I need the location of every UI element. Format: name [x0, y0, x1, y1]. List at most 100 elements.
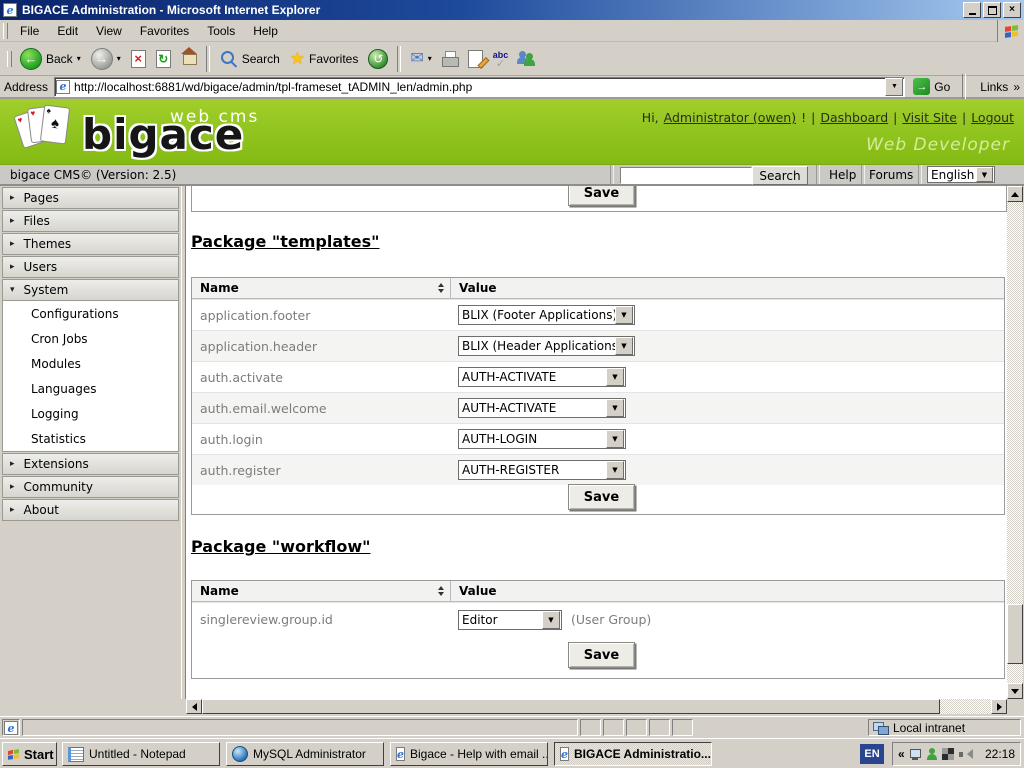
menu-tools[interactable]: Tools [198, 21, 244, 41]
cms-search-input[interactable] [620, 167, 752, 184]
visit-site-link[interactable]: Visit Site [902, 110, 957, 125]
sort-icon[interactable] [438, 283, 444, 293]
sidebar-item-about[interactable]: ▸ About [2, 499, 179, 521]
save-button[interactable]: Save [568, 484, 635, 510]
workflow-table: Name Value singlereview.group.id Editor … [191, 580, 1005, 679]
sidebar-item-users[interactable]: ▸ Users [2, 256, 179, 278]
table-header: Name Value [192, 581, 1004, 602]
home-button[interactable] [176, 44, 202, 74]
sidebar-item-themes[interactable]: ▸ Themes [2, 233, 179, 255]
select-application-header[interactable]: BLIX (Header Applications) ▼ [458, 336, 635, 356]
sidebar-item-modules[interactable]: Modules [3, 351, 178, 376]
ie-logo-icon: e [3, 3, 17, 17]
messenger-tray-icon[interactable] [926, 747, 937, 761]
messenger-button[interactable] [513, 44, 541, 74]
dashboard-link[interactable]: Dashboard [820, 110, 888, 125]
toolbar-separator [205, 45, 210, 72]
language-indicator[interactable]: EN [860, 744, 884, 764]
history-button[interactable]: ↺ [363, 44, 393, 74]
help-link[interactable]: Help [829, 168, 856, 182]
menu-view[interactable]: View [87, 21, 131, 41]
search-button[interactable]: Search [214, 44, 285, 74]
sidebar-item-pages[interactable]: ▸ Pages [2, 187, 179, 209]
menu-help[interactable]: Help [244, 21, 287, 41]
go-button[interactable]: Go [934, 80, 950, 94]
vertical-scrollbar[interactable] [1007, 186, 1023, 699]
search-icon [220, 51, 234, 64]
address-url[interactable]: http://localhost:6881/wd/bigace/admin/tp… [74, 80, 885, 94]
stop-button[interactable]: × [126, 44, 151, 74]
links-toolbar[interactable]: Links » [980, 80, 1020, 94]
display-tray-icon[interactable] [941, 748, 954, 760]
address-input[interactable]: e http://localhost:6881/wd/bigace/admin/… [54, 76, 906, 97]
network-tray-icon[interactable] [909, 748, 922, 760]
go-icon[interactable]: → [913, 78, 931, 95]
back-dropdown-icon[interactable]: ▾ [77, 54, 81, 63]
edit-button[interactable] [463, 44, 490, 74]
mail-dropdown-icon[interactable]: ▾ [428, 54, 432, 63]
select-auth-login[interactable]: AUTH-LOGIN ▼ [458, 429, 626, 449]
vertical-scroll-thumb[interactable] [1007, 604, 1023, 664]
sidebar-item-community[interactable]: ▸ Community [2, 476, 179, 498]
chevron-down-icon: ▼ [542, 610, 560, 629]
volume-tray-icon[interactable] [958, 748, 973, 760]
save-button[interactable]: Save [568, 642, 635, 668]
sidebar-item-statistics[interactable]: Statistics [3, 426, 178, 451]
back-button[interactable]: ← Back ▾ [15, 44, 86, 74]
select-auth-email-welcome[interactable]: AUTH-ACTIVATE ▼ [458, 398, 626, 418]
scroll-up-button[interactable] [1007, 186, 1023, 202]
menu-edit[interactable]: Edit [48, 21, 87, 41]
taskbar-clock[interactable]: 22:18 [985, 747, 1015, 761]
select-auth-activate[interactable]: AUTH-ACTIVATE ▼ [458, 367, 626, 387]
task-button-mysql[interactable]: MySQL Administrator [226, 742, 384, 766]
print-button[interactable] [437, 44, 463, 74]
start-button[interactable]: Start [2, 742, 57, 766]
sidebar-item-system[interactable]: ▾ System [2, 279, 179, 301]
logout-link[interactable]: Logout [971, 110, 1014, 125]
brand-logo[interactable]: bigace [82, 114, 244, 156]
select-singlereview-group[interactable]: Editor ▼ [458, 609, 562, 630]
restore-button[interactable] [983, 2, 1001, 18]
scroll-left-button[interactable] [186, 699, 202, 714]
sidebar-item-extensions[interactable]: ▸ Extensions [2, 453, 179, 475]
horizontal-scroll-thumb[interactable] [202, 699, 940, 714]
column-header-name[interactable]: Name [192, 581, 451, 601]
select-auth-register[interactable]: AUTH-REGISTER ▼ [458, 460, 626, 480]
config-name: application.footer [200, 307, 311, 323]
task-button-bigace-help[interactable]: e Bigace - Help with email ... [390, 742, 548, 766]
spellcheck-button[interactable]: abc ✓ [488, 44, 514, 74]
minimize-button[interactable] [963, 2, 981, 18]
tray-expand-icon[interactable]: « [898, 747, 905, 761]
sidebar-item-cron-jobs[interactable]: Cron Jobs [3, 326, 178, 351]
task-button-notepad[interactable]: Untitled - Notepad [62, 742, 220, 766]
menu-favorites[interactable]: Favorites [131, 21, 198, 41]
language-select[interactable]: English ▼ [927, 166, 995, 183]
refresh-button[interactable]: ↻ [151, 44, 176, 74]
mail-button[interactable]: ✉ ▾ [405, 44, 436, 74]
chevron-down-icon: ▼ [615, 337, 633, 355]
close-button[interactable]: × [1003, 2, 1021, 18]
forward-button[interactable]: → ▾ [86, 44, 126, 74]
scroll-right-button[interactable] [991, 699, 1007, 714]
horizontal-scrollbar[interactable] [186, 699, 1007, 714]
sidebar-item-languages[interactable]: Languages [3, 376, 178, 401]
sort-icon[interactable] [438, 586, 444, 596]
sidebar-item-configurations[interactable]: Configurations [3, 301, 178, 326]
task-button-bigace-admin[interactable]: e BIGACE Administratio... [554, 742, 712, 766]
menu-file[interactable]: File [11, 21, 48, 41]
forward-dropdown-icon[interactable]: ▾ [117, 54, 121, 63]
arrow-right-icon [996, 702, 1006, 711]
forward-icon: → [90, 47, 113, 70]
scroll-down-button[interactable] [1007, 683, 1023, 699]
sidebar-item-logging[interactable]: Logging [3, 401, 178, 426]
bigace-cards-icon: ♥ ♥ ♠ ♠ [13, 104, 76, 160]
save-button[interactable]: Save [568, 186, 635, 206]
forums-link[interactable]: Forums [869, 168, 913, 182]
user-link[interactable]: Administrator (owen) [664, 110, 796, 125]
select-application-footer[interactable]: BLIX (Footer Applications) ▼ [458, 305, 635, 325]
sidebar-item-files[interactable]: ▸ Files [2, 210, 179, 232]
column-header-name[interactable]: Name [192, 278, 451, 298]
favorites-button[interactable]: ★ Favorites [285, 44, 364, 74]
address-dropdown-button[interactable]: ▼ [885, 77, 904, 96]
cms-search-button[interactable]: Search [752, 166, 808, 185]
